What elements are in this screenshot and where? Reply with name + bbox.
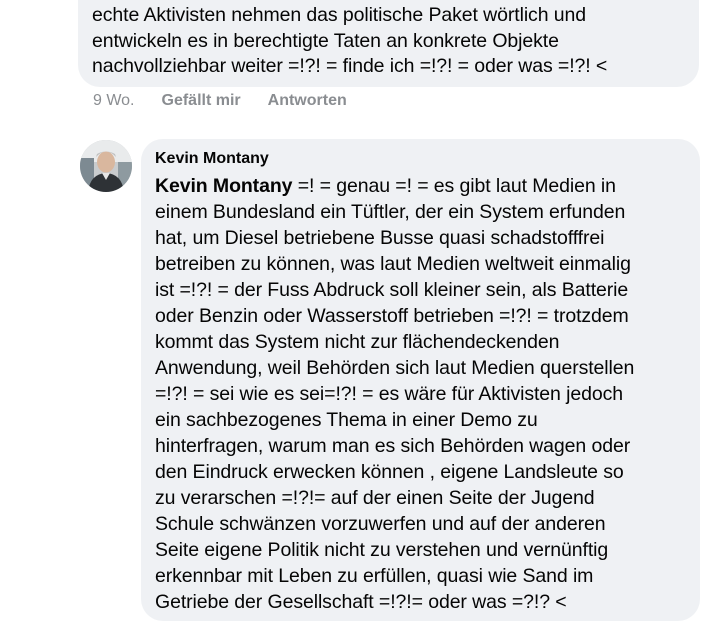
comment-body: =! = genau =! = es gibt laut Medien in e…	[155, 175, 635, 613]
author-mention[interactable]: Kevin Montany	[155, 175, 292, 197]
comment-timestamp[interactable]: 9 Wo.	[93, 92, 135, 110]
profile-photo	[80, 140, 132, 192]
previous-comment-text: echte Aktivisten nehmen das politische P…	[92, 4, 608, 77]
previous-comment-actions: 9 Wo. Gefällt mir Antworten	[93, 92, 374, 110]
comment-author[interactable]: Kevin Montany	[155, 150, 269, 168]
previous-comment-bubble: echte Aktivisten nehmen das politische P…	[78, 0, 699, 87]
comment-text: Kevin Montany =! = genau =! = es gibt la…	[155, 173, 695, 615]
avatar[interactable]	[80, 140, 132, 192]
reply-button[interactable]: Antworten	[268, 92, 347, 110]
like-button[interactable]: Gefällt mir	[162, 92, 241, 110]
comment-bubble: Kevin Montany Kevin Montany =! = genau =…	[141, 139, 700, 621]
